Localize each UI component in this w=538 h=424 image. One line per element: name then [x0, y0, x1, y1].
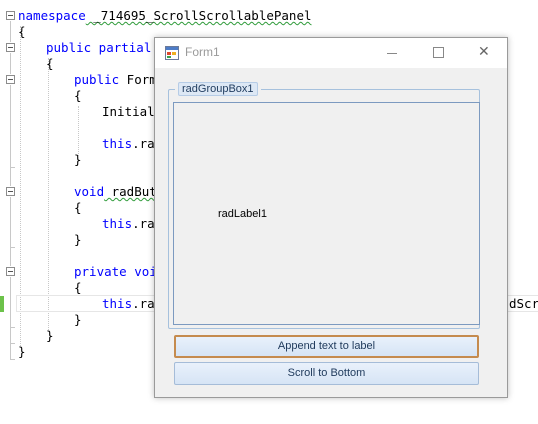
code-line: void radButt — [74, 184, 165, 199]
scroll-to-bottom-button[interactable]: Scroll to Bottom — [174, 362, 479, 385]
title-bar[interactable]: Form1 ✕ — [155, 38, 507, 68]
window-title: Form1 — [185, 45, 220, 59]
collapse-class-icon[interactable] — [6, 43, 15, 52]
form-window[interactable]: Form1 ✕ radGroupBox1 radLabel1 Append te… — [154, 37, 508, 398]
code-line: } — [18, 344, 26, 359]
outline-guide — [10, 85, 11, 186]
close-button[interactable]: ✕ — [461, 38, 507, 68]
code-line: public Form1 — [74, 72, 165, 87]
code-line: { — [46, 56, 54, 71]
maximize-button[interactable] — [415, 38, 461, 68]
rad-label: radLabel1 — [218, 208, 267, 220]
group-box-header: radGroupBox1 — [175, 82, 261, 96]
code-line-tail: dScr — [509, 296, 538, 311]
outline-guide-end — [10, 327, 15, 328]
code-line: } — [46, 328, 54, 343]
group-box-title: radGroupBox1 — [178, 82, 258, 96]
outline-guide — [10, 277, 11, 359]
outline-guide — [10, 197, 11, 266]
collapse-method-icon[interactable] — [6, 187, 15, 196]
close-icon: ✕ — [478, 44, 490, 60]
indent-guide — [78, 106, 79, 156]
outline-guide — [10, 53, 11, 74]
indent-guide — [48, 58, 49, 332]
code-line: } — [74, 232, 82, 247]
code-line: } — [74, 152, 82, 167]
outline-guide-end — [10, 343, 15, 344]
code-line: } — [74, 312, 82, 327]
outline-guide-end — [10, 167, 15, 168]
code-line: { — [74, 88, 82, 103]
append-text-button[interactable]: Append text to label — [174, 335, 479, 358]
outline-guide-end — [10, 247, 15, 248]
outline-guide — [10, 21, 11, 42]
change-marker — [0, 296, 4, 312]
collapse-method-icon[interactable] — [6, 267, 15, 276]
code-line: private voi — [74, 264, 157, 279]
outline-guide-end — [10, 359, 15, 360]
code-line: public partial c — [46, 40, 167, 55]
app-icon — [165, 46, 179, 60]
code-line: { — [74, 200, 82, 215]
minimize-button[interactable] — [369, 38, 415, 68]
code-line: { — [18, 24, 26, 39]
collapse-constructor-icon[interactable] — [6, 75, 15, 84]
collapse-namespace-icon[interactable] — [6, 11, 15, 20]
code-line: namespace _714695_ScrollScrollablePanel — [18, 8, 312, 23]
code-line: { — [74, 280, 82, 295]
